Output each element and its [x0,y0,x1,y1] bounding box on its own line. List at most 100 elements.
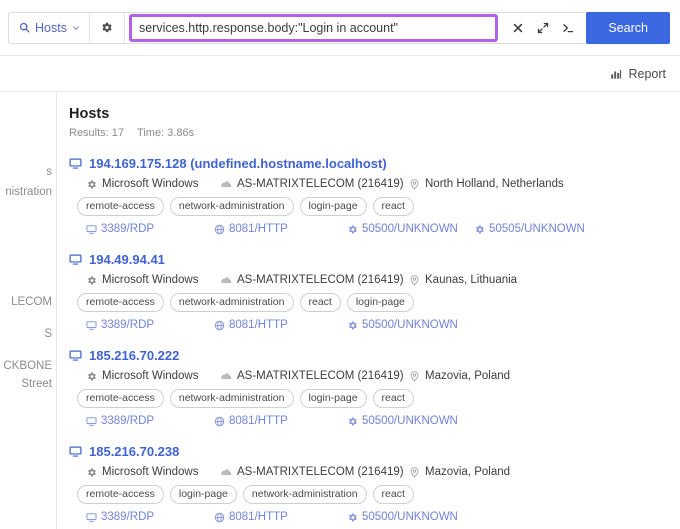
host-tag[interactable]: login-page [299,389,367,409]
host-tag[interactable]: remote-access [77,389,164,409]
clear-query-button[interactable] [512,22,524,34]
facet-fragment: nistration [5,186,52,198]
terminal-icon [563,23,574,32]
results-time: Time: 3.86s [137,127,195,139]
host-port-link[interactable]: 3389/RDP [86,223,214,235]
host-header: 194.49.94.41 [69,252,680,267]
host-facts: Microsoft Windows AS-MATRIXTELECOM (21641… [86,274,680,286]
host-asn-label: AS-MATRIXTELECOM (216419) [237,274,404,287]
host-port-label: 8081/HTTP [229,319,288,332]
host-port-label: 50500/UNKNOWN [362,319,458,332]
host-os: Microsoft Windows [86,466,221,478]
globe-icon [214,416,225,426]
dataset-selector-hosts[interactable]: Hosts [9,12,90,43]
host-port-link[interactable]: 8081/HTTP [214,511,347,523]
host-ports: 3389/RDP 8081/HTTP 50500/UNKNOWN [86,319,680,331]
host-os: Microsoft Windows [86,274,221,286]
host-ip-link[interactable]: 185.216.70.222 [89,348,179,363]
monitor-icon [86,320,97,330]
host-asn-label: AS-MATRIXTELECOM (216419) [237,370,404,383]
host-result: 194.49.94.41 Microsoft Windows AS-MATRIXTE… [69,252,680,331]
host-tag[interactable]: network-administration [169,389,294,409]
host-port-label: 50500/UNKNOWN [362,223,458,236]
host-asn-label: AS-MATRIXTELECOM (216419) [237,178,404,190]
host-ip-link[interactable]: 185.216.70.238 [89,444,179,459]
host-location-label: Mazovia, Poland [425,466,511,479]
host-port-link[interactable]: 50505/UNKNOWN [474,223,585,235]
console-button[interactable] [562,22,574,34]
results-panel: Hosts Results: 17 Time: 3.86s 194.169.17… [57,92,680,529]
facet-sidebar: s nistration LECOM S CKBONE Street [0,92,57,529]
host-port-link[interactable]: 8081/HTTP [214,319,347,331]
host-result-list: 194.169.175.128 (undefined.hostname.loca… [69,156,680,523]
facet-fragment: s [46,166,52,178]
monitor-icon [69,446,82,457]
host-location-label: Kaunas, Lithuania [425,274,518,287]
globe-icon [214,320,225,330]
host-os-label: Microsoft Windows [102,466,199,479]
host-facts: Microsoft Windows AS-MATRIXTELECOM (21641… [86,466,680,478]
host-port-link[interactable]: 3389/RDP [86,511,214,523]
host-tag[interactable]: react [372,389,414,409]
host-asn: AS-MATRIXTELECOM (216419) [221,466,409,478]
host-ip-link[interactable]: 194.49.94.41 [89,252,165,267]
map-pin-icon [410,274,419,286]
gear-icon [349,224,357,234]
monitor-icon [69,350,82,361]
facet-fragment: S [44,328,52,340]
host-os-label: Microsoft Windows [102,178,199,190]
facet-fragment: Street [21,378,52,390]
host-tag[interactable]: login-page [346,293,414,313]
host-port-label: 3389/RDP [101,415,155,428]
host-port-label: 50500/UNKNOWN [362,511,458,524]
host-tag[interactable]: login-page [299,197,367,217]
host-tag[interactable]: network-administration [169,293,294,313]
host-port-link[interactable]: 50500/UNKNOWN [347,511,474,523]
host-port-label: 8081/HTTP [229,415,288,428]
map-pin-icon [410,370,419,382]
host-header: 185.216.70.222 [69,348,680,363]
report-button[interactable]: Report [610,67,666,81]
host-port-link[interactable]: 3389/RDP [86,415,214,427]
host-port-link[interactable]: 3389/RDP [86,319,214,331]
query-input[interactable] [138,20,489,35]
top-bar: Hosts services.http.response.body:"Login… [0,0,680,56]
host-port-link[interactable]: 50500/UNKNOWN [347,415,474,427]
search-button[interactable]: Search [586,11,670,44]
host-tag[interactable]: login-page [169,485,237,505]
monitor-icon [86,513,97,522]
host-tag[interactable]: react [372,197,414,217]
host-tag[interactable]: remote-access [77,293,164,313]
host-port-link[interactable]: 8081/HTTP [214,223,347,235]
host-result: 185.216.70.238 Microsoft Windows AS-MATRIX… [69,444,680,523]
host-port-link[interactable]: 8081/HTTP [214,415,347,427]
host-tag[interactable]: network-administration [242,485,367,505]
gear-icon [476,224,484,234]
cloud-icon [221,276,232,283]
search-settings-button[interactable] [90,12,125,43]
host-port-label: 50500/UNKNOWN [362,415,458,428]
close-icon [514,23,523,32]
host-tag[interactable]: react [299,293,341,313]
host-port-link[interactable]: 50500/UNKNOWN [347,319,474,331]
map-pin-icon [410,178,419,190]
host-tag[interactable]: remote-access [77,485,164,505]
host-location: North Holland, Netherlands [409,178,564,190]
host-ip-link[interactable]: 194.169.175.128 (undefined.hostname.loca… [89,156,387,171]
host-location-label: Mazovia, Poland [425,370,511,383]
host-header: 185.216.70.238 [69,444,680,459]
page-body: s nistration LECOM S CKBONE Street Hosts Resu… [0,92,680,529]
search-icon [19,22,30,33]
expand-query-button[interactable] [537,22,549,34]
host-tag[interactable]: react [372,485,414,505]
report-label: Report [628,66,666,81]
gear-icon [88,179,96,188]
query-input-highlight [128,13,499,42]
page-title: Hosts [69,106,110,122]
gear-icon [88,372,96,381]
host-port-link[interactable]: 50500/UNKNOWN [347,223,474,235]
host-asn: AS-MATRIXTELECOM (216419) [221,178,409,190]
host-tag[interactable]: remote-access [77,197,164,217]
host-tag[interactable]: network-administration [169,197,294,217]
host-port-label: 50505/UNKNOWN [489,223,585,236]
